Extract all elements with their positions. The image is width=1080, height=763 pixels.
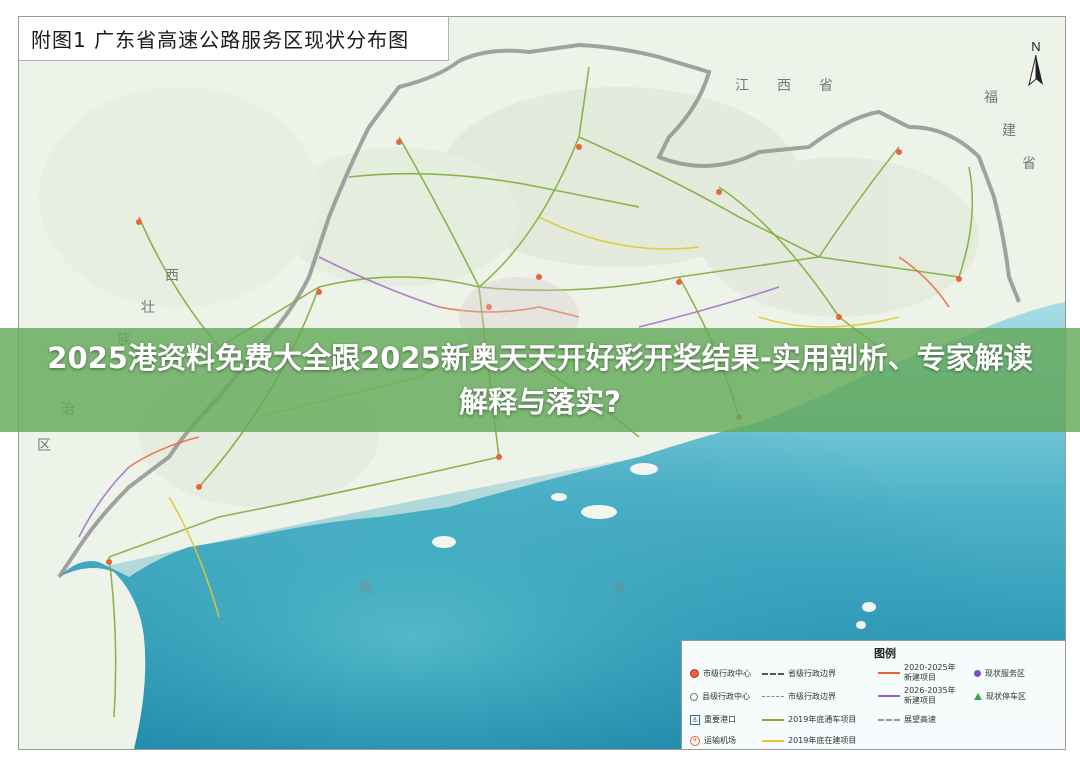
legend-item-provincial-boundary: 省级行政边界 bbox=[762, 668, 836, 679]
county-center-icon bbox=[690, 692, 698, 701]
line-2019-construction-icon bbox=[762, 739, 784, 742]
city-center-icon bbox=[690, 669, 699, 678]
map-title: 附图1 广东省高速公路服务区现状分布图 bbox=[19, 17, 449, 61]
banner-text: 2025港资料免费大全跟2025新奥天天开好彩开奖结果-实用剖析、专家解读解释与… bbox=[47, 341, 1033, 419]
label-sea-2: 海 bbox=[611, 580, 625, 596]
legend-item-city-center: 市级行政中心 bbox=[690, 668, 751, 679]
label-jiangxi-2: 西 bbox=[777, 78, 791, 94]
label-sea-1: 南 bbox=[359, 580, 373, 596]
legend-item-outlook-highway: 展望高速 bbox=[878, 714, 936, 725]
anchor-icon: ⚓ bbox=[690, 714, 700, 725]
legend-item-2020-2025: 2020-2025年 新建项目 bbox=[878, 663, 956, 683]
parking-area-icon bbox=[974, 693, 982, 700]
label-jiangxi-1: 江 bbox=[735, 78, 749, 94]
legend-item-city-boundary: 市级行政边界 bbox=[762, 691, 836, 702]
label-jiangxi-3: 省 bbox=[819, 78, 833, 94]
legend-item-county-center: 县级行政中心 bbox=[690, 691, 750, 702]
map-legend: 图例 市级行政中心 省级行政边界 2020-2025年 新建项目 现状服务区 县级… bbox=[681, 640, 1065, 749]
legend-item-port: ⚓ 重要港口 bbox=[690, 714, 736, 725]
label-fujian-3: 省 bbox=[1022, 156, 1036, 172]
city-boundary-icon bbox=[762, 696, 784, 697]
legend-item-service-area: 现状服务区 bbox=[974, 668, 1025, 679]
line-2026-2035-icon bbox=[878, 695, 900, 697]
provincial-boundary-icon bbox=[762, 672, 784, 675]
overlay-banner[interactable]: 2025港资料免费大全跟2025新奥天天开好彩开奖结果-实用剖析、专家解读解释与… bbox=[0, 328, 1080, 432]
label-guangxi-2: 壮 bbox=[141, 300, 155, 316]
legend-title: 图例 bbox=[874, 647, 896, 660]
legend-item-2019-open: 2019年底通车项目 bbox=[762, 714, 856, 725]
north-label: N bbox=[1031, 39, 1040, 54]
airplane-icon: ✈ bbox=[690, 735, 700, 746]
legend-item-2019-under-construction: 2019年底在建项目 bbox=[762, 735, 856, 746]
label-guangxi-5: 区 bbox=[37, 438, 51, 454]
label-guangxi-1: 西 bbox=[165, 268, 179, 284]
legend-item-parking-area: 现状停车区 bbox=[974, 691, 1026, 702]
legend-item-2026-2035: 2026-2035年 新建项目 bbox=[878, 686, 956, 706]
north-arrow-icon: N bbox=[1028, 39, 1043, 87]
line-2019-open-icon bbox=[762, 718, 784, 721]
label-fujian-1: 福 bbox=[984, 90, 998, 106]
line-outlook-icon bbox=[878, 718, 900, 721]
service-area-icon bbox=[974, 670, 981, 677]
label-fujian-2: 建 bbox=[1002, 123, 1016, 139]
legend-item-airport: ✈ 运输机场 bbox=[690, 735, 736, 746]
line-2020-2025-icon bbox=[878, 672, 900, 674]
